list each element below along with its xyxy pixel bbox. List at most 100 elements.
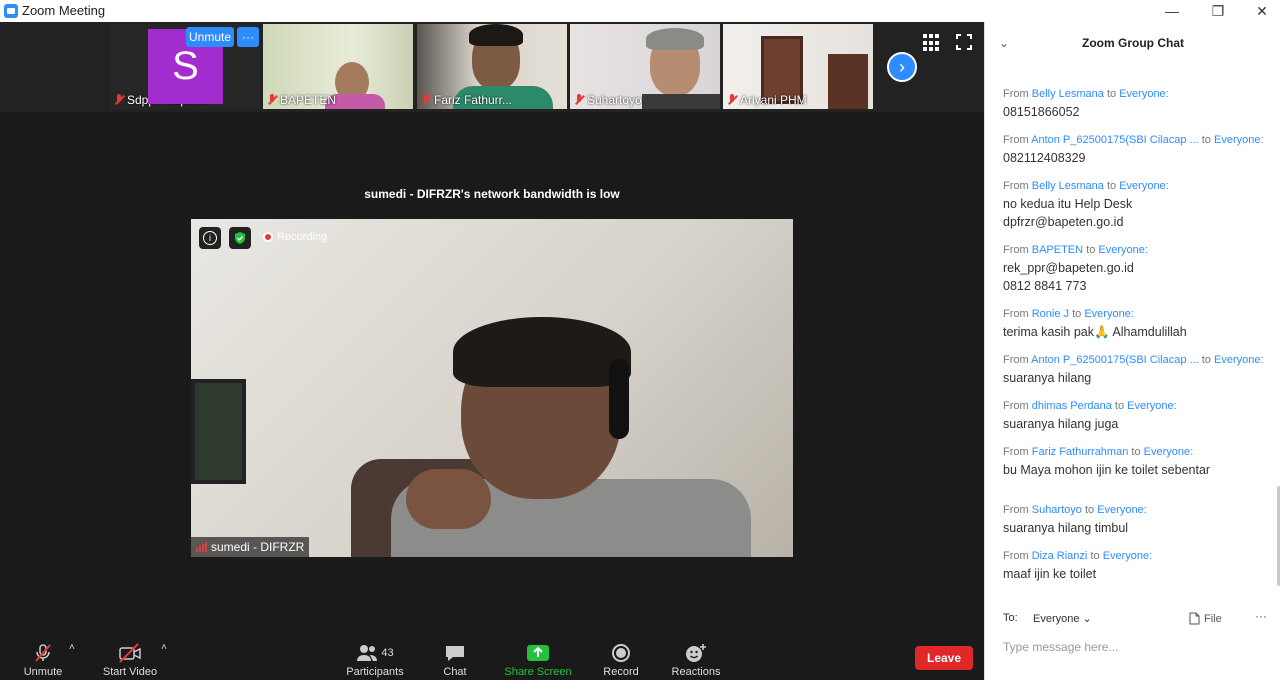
speaker-name-tag: sumedi - DIFRZR bbox=[191, 537, 310, 557]
recording-label: Recording bbox=[277, 231, 328, 243]
participant-more-button[interactable]: ··· bbox=[237, 27, 259, 47]
chat-message-meta: From dhimas Perdana to Everyone: bbox=[1003, 400, 1273, 412]
mic-muted-icon bbox=[114, 94, 124, 106]
from-label: From bbox=[1003, 244, 1029, 256]
chat-message-list[interactable]: From Belly Lesmana to Everyone: 081518660… bbox=[985, 80, 1280, 610]
file-button[interactable]: File bbox=[1189, 612, 1222, 625]
gallery-view-icon[interactable] bbox=[923, 34, 941, 52]
minimize-button[interactable]: — bbox=[1152, 0, 1192, 22]
from-label: From bbox=[1003, 504, 1029, 516]
active-speaker-video: i Recording sumedi - DIFRZR bbox=[191, 219, 793, 557]
video-options-caret[interactable]: ˄ bbox=[161, 642, 167, 653]
unmute-label: Unmute bbox=[23, 666, 63, 678]
thumbnail-strip: Sdppfr Bapet... S Unmute ··· BAPETEN Far… bbox=[0, 22, 984, 112]
unmute-participant-button[interactable]: Unmute bbox=[186, 27, 234, 47]
participant-thumbnail[interactable]: BAPETEN bbox=[263, 24, 413, 109]
to-word: to bbox=[1086, 244, 1096, 256]
participant-thumbnail[interactable]: Ariyani PHM bbox=[723, 24, 873, 109]
chat-message-line: suaranya hilang timbul bbox=[1003, 521, 1129, 535]
from-label: From bbox=[1003, 180, 1029, 192]
chat-sender[interactable]: Diza Rianzi bbox=[1032, 550, 1088, 562]
network-notice: sumedi - DIFRZR's network bandwidth is l… bbox=[364, 187, 620, 201]
chat-message: From Ronie J to Everyone: terima kasih pa… bbox=[1003, 308, 1273, 341]
chat-panel: ⌄ Zoom Group Chat From Belly Lesmana to … bbox=[984, 22, 1280, 680]
chat-message-meta: From Ronie J to Everyone: bbox=[1003, 308, 1273, 320]
mic-muted-icon bbox=[574, 94, 584, 106]
to-word: to bbox=[1106, 88, 1117, 100]
recording-dot-icon bbox=[263, 232, 273, 242]
unmute-button[interactable]: Unmute bbox=[18, 634, 68, 680]
file-label: File bbox=[1204, 612, 1222, 625]
meeting-info-icon[interactable]: i bbox=[199, 227, 221, 249]
reactions-label: Reactions bbox=[671, 666, 721, 678]
chat-more-button[interactable]: ··· bbox=[1255, 609, 1267, 623]
smiley-icon bbox=[684, 643, 708, 663]
audio-options-caret[interactable]: ˄ bbox=[69, 642, 75, 653]
from-label: From bbox=[1003, 446, 1029, 458]
recipient-dropdown[interactable]: Everyone ⌄ bbox=[1029, 611, 1096, 626]
fullscreen-icon[interactable] bbox=[956, 34, 972, 50]
chat-button[interactable]: Chat bbox=[437, 634, 473, 680]
chat-message-text: no kedua itu Help Desk dpfrzr@bapeten.go.… bbox=[1003, 195, 1273, 231]
chat-message-line: terima kasih pak🙏 Alhamdulillah bbox=[1003, 325, 1187, 339]
recording-indicator[interactable]: Recording bbox=[263, 231, 327, 243]
chat-message-text: suaranya hilang bbox=[1003, 369, 1273, 387]
participant-name-tag: Ariyani PHM bbox=[727, 93, 807, 107]
chat-sender[interactable]: Belly Lesmana bbox=[1032, 88, 1104, 100]
mic-muted-icon bbox=[267, 94, 277, 106]
close-button[interactable]: ✕ bbox=[1242, 0, 1280, 22]
participant-thumbnail[interactable]: Fariz Fathurr... bbox=[417, 24, 567, 109]
chat-message-line: rek_ppr@bapeten.go.id bbox=[1003, 261, 1134, 275]
encryption-shield-icon[interactable] bbox=[229, 227, 251, 249]
share-screen-button[interactable]: Share Screen bbox=[503, 634, 573, 680]
mic-muted-icon bbox=[31, 643, 55, 663]
chat-recipient: Everyone: bbox=[1084, 308, 1134, 320]
participants-button[interactable]: 43 Participants bbox=[343, 634, 407, 680]
share-screen-icon bbox=[526, 643, 550, 663]
to-word: to bbox=[1131, 446, 1141, 458]
chat-sender[interactable]: Fariz Fathurrahman bbox=[1032, 446, 1129, 458]
participant-name: Ariyani PHM bbox=[740, 93, 807, 107]
shield-icon bbox=[235, 232, 245, 244]
to-word: to bbox=[1201, 134, 1211, 146]
chat-recipient-row: To: Everyone ⌄ File ··· bbox=[1003, 609, 1267, 628]
from-label: From bbox=[1003, 88, 1029, 100]
next-page-button[interactable]: › bbox=[887, 52, 917, 82]
chat-recipient: Everyone: bbox=[1119, 88, 1169, 100]
from-label: From bbox=[1003, 354, 1029, 366]
start-video-button[interactable]: Start Video bbox=[100, 634, 160, 680]
chat-sender[interactable]: Anton P_62500175(SBI Cilacap ... bbox=[1031, 134, 1199, 146]
participant-thumbnail[interactable]: Suhartoyo bbox=[570, 24, 720, 109]
to-word: to bbox=[1072, 308, 1082, 320]
from-label: From bbox=[1003, 400, 1029, 412]
participants-icon: 43 bbox=[350, 643, 400, 663]
leave-button[interactable]: Leave bbox=[915, 646, 973, 670]
chat-sender[interactable]: BAPETEN bbox=[1032, 244, 1083, 256]
chat-sender[interactable]: Ronie J bbox=[1032, 308, 1069, 320]
chat-title: Zoom Group Chat bbox=[1082, 36, 1184, 50]
mic-muted-icon bbox=[421, 94, 431, 106]
chat-message-meta: From Belly Lesmana to Everyone: bbox=[1003, 180, 1273, 192]
record-button[interactable]: Record bbox=[601, 634, 641, 680]
chat-recipient: Everyone: bbox=[1143, 446, 1194, 458]
chat-recipient: Everyone: bbox=[1098, 244, 1148, 256]
to-word: to bbox=[1114, 400, 1125, 412]
meeting-area: Sdppfr Bapet... S Unmute ··· BAPETEN Far… bbox=[0, 22, 984, 634]
reactions-button[interactable]: Reactions bbox=[669, 634, 723, 680]
chat-sender[interactable]: Anton P_62500175(SBI Cilacap ... bbox=[1031, 354, 1199, 366]
chat-message-line: suaranya hilang juga bbox=[1003, 417, 1119, 431]
speaker-hand bbox=[406, 469, 491, 529]
share-screen-label: Share Screen bbox=[504, 666, 572, 678]
chat-message-line: no kedua itu Help Desk bbox=[1003, 197, 1133, 211]
info-glyph: i bbox=[203, 231, 217, 245]
chat-sender[interactable]: dhimas Perdana bbox=[1032, 400, 1112, 412]
from-label: From bbox=[1003, 134, 1029, 146]
chat-message-input[interactable] bbox=[1003, 638, 1263, 656]
speaker-name: sumedi - DIFRZR bbox=[211, 540, 305, 554]
restore-button[interactable]: ❐ bbox=[1198, 0, 1238, 22]
chat-sender[interactable]: Suhartoyo bbox=[1032, 504, 1082, 516]
participant-name: BAPETEN bbox=[280, 93, 337, 107]
chat-message-meta: From Anton P_62500175(SBI Cilacap ... to… bbox=[1003, 134, 1273, 146]
chat-label: Chat bbox=[443, 666, 467, 678]
chat-sender[interactable]: Belly Lesmana bbox=[1032, 180, 1104, 192]
